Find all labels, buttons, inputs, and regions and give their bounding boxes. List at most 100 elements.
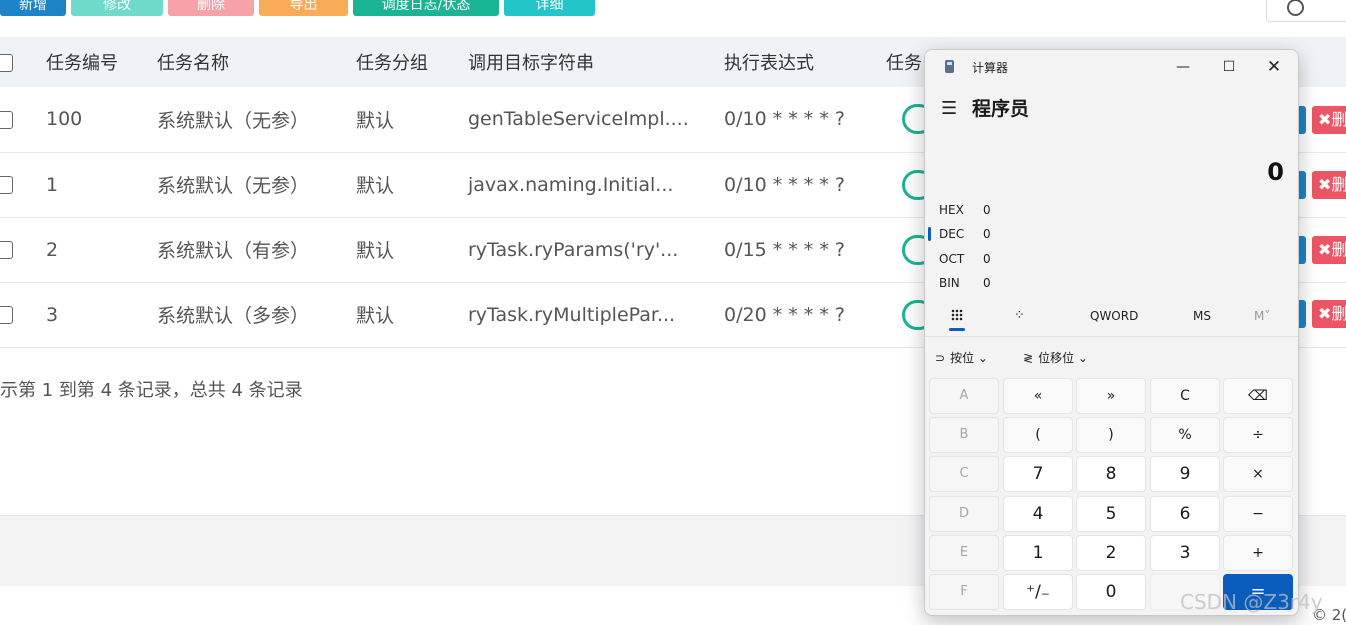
- key-decimal-disabled: [1150, 574, 1220, 610]
- key-clear[interactable]: C: [1150, 378, 1220, 414]
- job-id: 3: [46, 303, 59, 326]
- delete-button[interactable]: 删除: [168, 0, 254, 16]
- active-tab-underline: [949, 328, 965, 331]
- radix-bin[interactable]: BIN 0: [939, 276, 1139, 296]
- memory-store-button[interactable]: MS: [1193, 304, 1211, 334]
- key-backspace-icon[interactable]: ⌫: [1223, 378, 1293, 414]
- key-negate[interactable]: ⁺∕₋: [1003, 574, 1073, 610]
- key-2[interactable]: 2: [1076, 535, 1146, 571]
- header-invoke-target[interactable]: 调用目标字符串: [467, 37, 723, 87]
- cron-expression: 0/10 * * * * ?: [724, 173, 845, 196]
- radix-dec[interactable]: DEC 0: [939, 227, 1139, 247]
- key-5[interactable]: 5: [1076, 496, 1146, 532]
- invoke-target-link[interactable]: javax.naming.Initial...: [467, 152, 723, 217]
- pagination-info: 示第 1 到第 4 条记录，总共 4 条记录: [0, 380, 303, 401]
- row-checkbox[interactable]: [0, 306, 13, 324]
- bitwise-dropdown[interactable]: ⊃ 按位 ⌄: [935, 346, 988, 370]
- schedule-log-button[interactable]: 调度日志/状态: [353, 0, 499, 16]
- key-8[interactable]: 8: [1076, 456, 1146, 492]
- chevron-down-icon: ⌄: [977, 351, 988, 365]
- key-hex-a[interactable]: A: [929, 378, 999, 414]
- row-delete-button[interactable]: ✖删: [1312, 106, 1346, 134]
- key-6[interactable]: 6: [1150, 496, 1220, 532]
- row-delete-button[interactable]: ✖删: [1312, 300, 1346, 328]
- invoke-target-link[interactable]: genTableServiceImpl....: [467, 87, 723, 152]
- add-button[interactable]: 新增: [0, 0, 66, 16]
- key-1[interactable]: 1: [1003, 535, 1073, 571]
- footer-copyright: © 2(: [1312, 606, 1346, 624]
- close-icon[interactable]: ✕: [1259, 56, 1289, 78]
- key-close-paren[interactable]: ): [1076, 417, 1146, 453]
- radix-hex[interactable]: HEX 0: [939, 203, 1139, 223]
- full-keypad-tab[interactable]: [949, 304, 965, 334]
- search-button[interactable]: [1266, 0, 1328, 22]
- key-9[interactable]: 9: [1150, 456, 1220, 492]
- key-multiply[interactable]: ×: [1223, 456, 1293, 492]
- key-hex-b[interactable]: B: [929, 417, 999, 453]
- key-hex-e[interactable]: E: [929, 535, 999, 571]
- minimize-icon[interactable]: —: [1168, 56, 1198, 78]
- calculator-display: 0: [1267, 158, 1284, 186]
- bit-toggle-keypad-icon[interactable]: ⁘: [1014, 304, 1028, 334]
- calculator-control-row: ⁘ QWORD MS M˅: [925, 304, 1298, 334]
- edit-button[interactable]: 修改: [71, 0, 163, 16]
- row-delete-button[interactable]: ✖删: [1312, 236, 1346, 264]
- logic-gate-icon: ⊃: [935, 351, 946, 365]
- key-subtract[interactable]: −: [1223, 496, 1293, 532]
- bit-shift-icon: ≷: [1023, 351, 1034, 365]
- job-name: 系统默认（有参）: [157, 240, 310, 262]
- select-all-checkbox[interactable]: [0, 53, 13, 72]
- export-button[interactable]: 导出: [259, 0, 348, 16]
- key-hex-d[interactable]: D: [929, 496, 999, 532]
- detail-button[interactable]: 详细: [504, 0, 595, 16]
- header-job-group[interactable]: 任务分组: [355, 37, 467, 87]
- key-shift-right[interactable]: »: [1076, 378, 1146, 414]
- key-open-paren[interactable]: (: [1003, 417, 1073, 453]
- job-group: 默认: [356, 175, 395, 197]
- job-group: 默认: [356, 109, 395, 132]
- row-checkbox[interactable]: [0, 176, 13, 194]
- job-group: 默认: [356, 305, 395, 327]
- bit-shift-dropdown[interactable]: ≷ 位移位 ⌄: [1023, 346, 1088, 370]
- key-4[interactable]: 4: [1003, 496, 1073, 532]
- memory-view-button[interactable]: M˅: [1254, 304, 1270, 334]
- maximize-icon[interactable]: ☐: [1214, 56, 1244, 78]
- word-size-button[interactable]: QWORD: [1090, 304, 1138, 334]
- cron-expression: 0/20 * * * * ?: [724, 303, 845, 326]
- job-group: 默认: [356, 240, 395, 262]
- job-name: 系统默认（多参）: [157, 305, 310, 327]
- calculator-app-title: 计算器: [972, 61, 1009, 75]
- columns-button[interactable]: [1324, 0, 1346, 22]
- divider: [925, 336, 1298, 337]
- row-checkbox[interactable]: [0, 110, 13, 129]
- calculator-app-icon: [945, 60, 954, 73]
- row-checkbox[interactable]: [0, 241, 13, 259]
- key-modulo[interactable]: %: [1150, 417, 1220, 453]
- radix-active-indicator: [928, 227, 931, 241]
- key-0[interactable]: 0: [1076, 574, 1146, 610]
- row-delete-button[interactable]: ✖删: [1312, 171, 1346, 199]
- key-7[interactable]: 7: [1003, 456, 1073, 492]
- header-job-id[interactable]: 任务编号: [45, 37, 156, 87]
- search-icon: [1287, 0, 1304, 16]
- radix-oct[interactable]: OCT 0: [939, 252, 1139, 272]
- key-equals[interactable]: =: [1223, 574, 1293, 610]
- key-add[interactable]: +: [1223, 535, 1293, 571]
- invoke-target-link[interactable]: ryTask.ryParams('ry'...: [467, 217, 723, 282]
- job-name: 系统默认（无参）: [157, 175, 310, 197]
- keypad-grid-icon: [951, 309, 963, 321]
- job-id: 2: [46, 238, 59, 261]
- header-job-name[interactable]: 任务名称: [156, 37, 355, 87]
- invoke-target-link[interactable]: ryTask.ryMultiplePar...: [467, 282, 723, 347]
- key-divide[interactable]: ÷: [1223, 417, 1293, 453]
- header-cron-expression[interactable]: 执行表达式: [723, 37, 885, 87]
- calculator-titlebar[interactable]: 计算器 — ☐ ✕: [925, 50, 1298, 84]
- cron-expression: 0/15 * * * * ?: [724, 238, 845, 261]
- key-hex-f[interactable]: F: [929, 574, 999, 610]
- job-id: 100: [46, 108, 83, 131]
- hamburger-menu-icon[interactable]: ☰: [941, 98, 957, 119]
- key-hex-c[interactable]: C: [929, 456, 999, 492]
- key-shift-left[interactable]: «: [1003, 378, 1073, 414]
- key-3[interactable]: 3: [1150, 535, 1220, 571]
- calculator-window: 计算器 — ☐ ✕ ☰ 程序员 0 HEX 0 DEC 0 OCT 0 BIN …: [924, 49, 1299, 616]
